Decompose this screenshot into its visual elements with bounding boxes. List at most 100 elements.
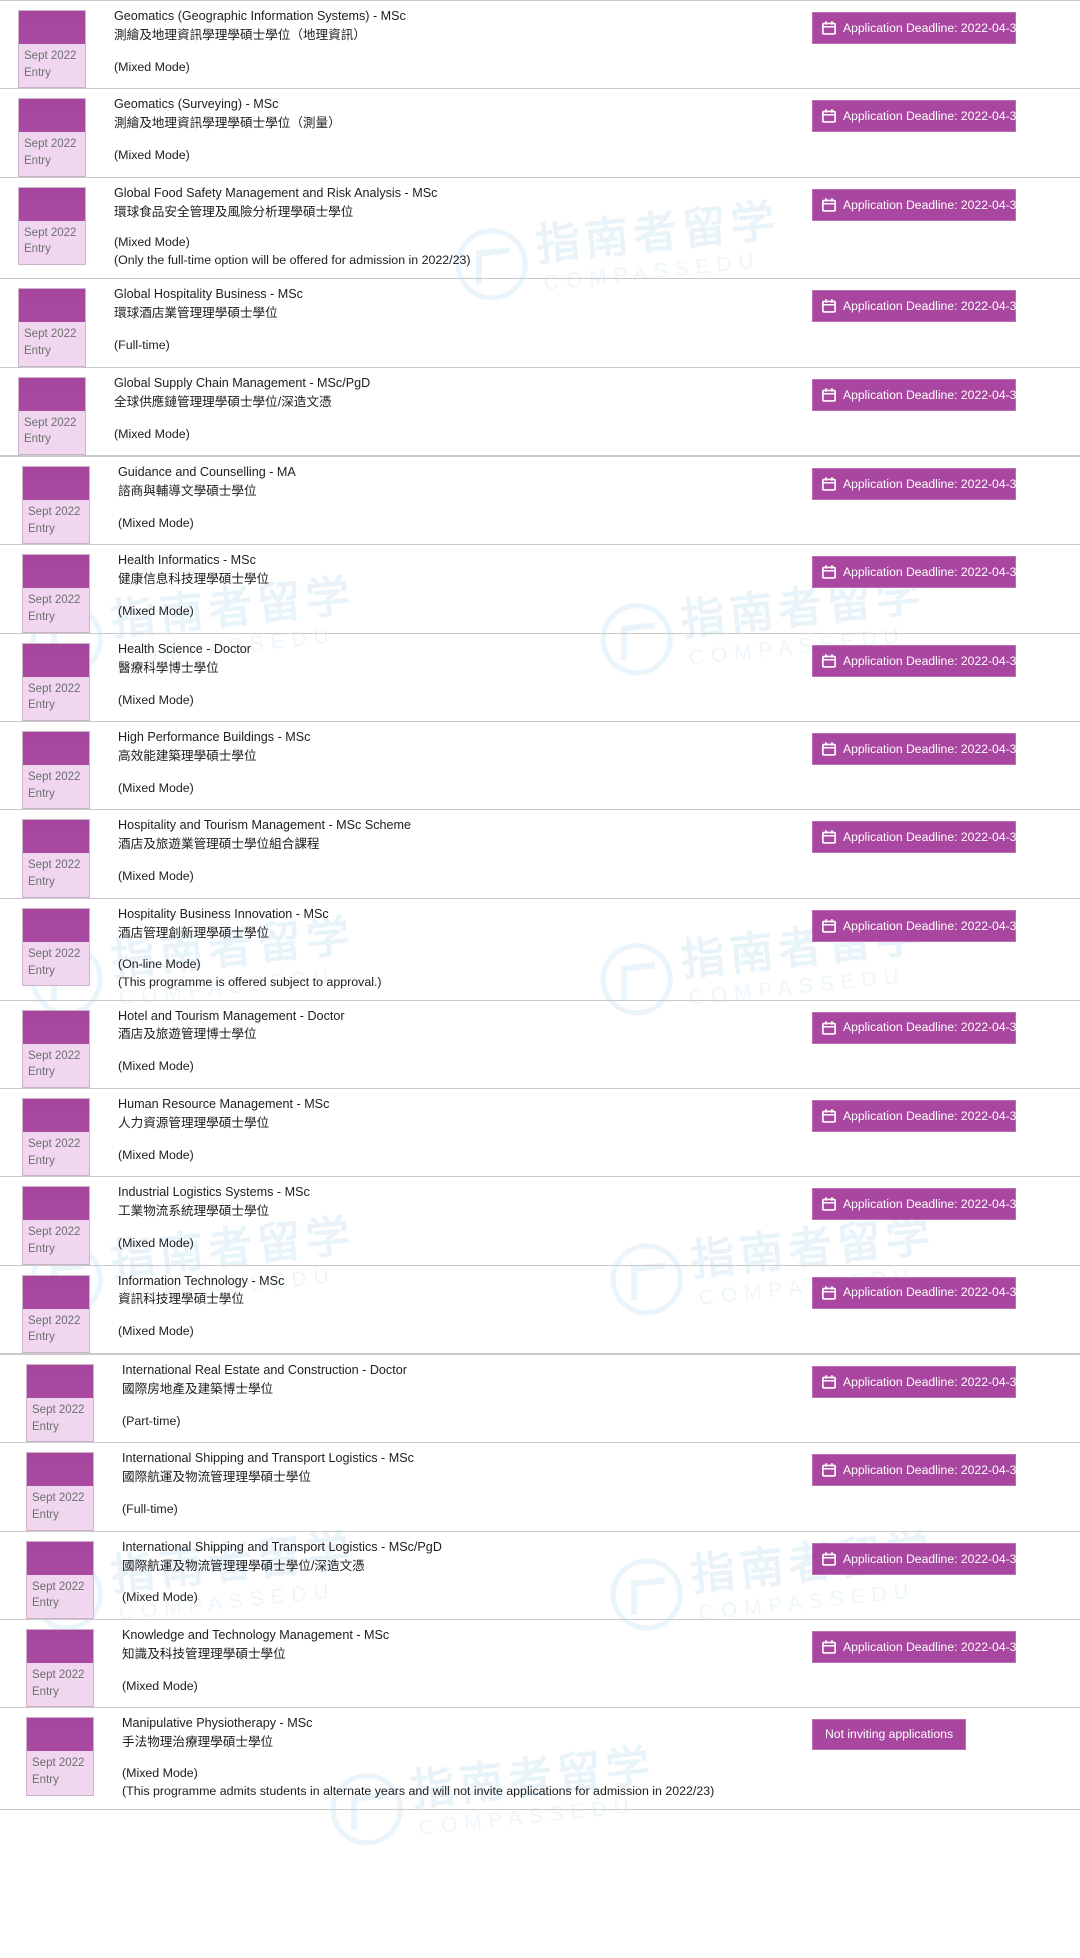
entry-tile-swatch [23,820,89,854]
programme-row[interactable]: Sept 2022 Entry Hospitality Business Inn… [0,897,1080,1000]
programme-name-en: International Shipping and Transport Log… [122,1539,442,1554]
badge-column: Application Deadline: 2022-04-30 [794,545,1080,589]
entry-tile-swatch [27,1364,93,1398]
entry-tile-swatch [23,467,89,501]
application-deadline-badge[interactable]: Application Deadline: 2022-04-30 [812,1630,1023,1663]
not-inviting-badge[interactable]: Not inviting applications [812,1719,967,1750]
calendar-icon [822,477,836,491]
programme-row[interactable]: Sept 2022 Entry Hotel and Tourism Manage… [0,999,1080,1088]
programme-name-zh: 環球酒店業管理理學碩士學位 [114,306,278,321]
programme-row[interactable]: Sept 2022 Entry International Real Estat… [0,1352,1080,1443]
badge-label: Not inviting applications [825,1727,954,1742]
application-deadline-badge[interactable]: Application Deadline: 2022-04-30 [812,1188,1023,1221]
entry-term-line1: Sept 2022 [32,1492,85,1505]
entry-term-line2: Entry [24,243,51,256]
programme-text-column: Global Supply Chain Management - MSc/PgD… [86,368,802,452]
programme-study-mode: (Full-time) [122,1502,178,1517]
programme-name-zh: 工業物流系統理學碩士學位 [118,1204,270,1219]
programme-name-zh: 醫療科學博士學位 [118,660,219,675]
application-deadline-badge[interactable]: Application Deadline: 2022-04-30 [812,644,1023,677]
programme-row[interactable]: Sept 2022 Entry Global Supply Chain Mana… [0,366,1080,456]
programme-row[interactable]: Sept 2022 Entry High Performance Buildin… [0,721,1080,810]
application-deadline-badge[interactable]: Application Deadline: 2022-04-30 [812,1365,1023,1398]
programme-name-en: International Shipping and Transport Log… [122,1451,414,1466]
entry-tile-label: Sept 2022 Entry [19,132,85,176]
calendar-icon [822,21,836,35]
entry-term-line1: Sept 2022 [28,1226,81,1239]
application-deadline-badge[interactable]: Application Deadline: 2022-04-30 [812,1542,1023,1575]
application-deadline-badge[interactable]: Application Deadline: 2022-04-30 [812,1276,1023,1309]
programme-name-zh: 手法物理治療理學碩士學位 [122,1735,274,1750]
application-deadline-badge[interactable]: Application Deadline: 2022-04-30 [812,733,1023,766]
programme-name-zh: 酒店及旅遊管理博士學位 [118,1027,257,1042]
entry-tile-label: Sept 2022 Entry [23,500,89,544]
entry-tile: Sept 2022 Entry [26,1363,94,1443]
entry-column: Sept 2022 Entry [0,1089,90,1177]
entry-term-line2: Entry [24,155,51,168]
application-deadline-badge[interactable]: Application Deadline: 2022-04-30 [812,1454,1023,1487]
programme-text-column: Guidance and Counselling - MA 諮商與輔導文學碩士學… [90,457,794,541]
programme-study-mode: (Full-time) [114,338,170,353]
programme-note: (This programme is offered subject to ap… [118,974,382,989]
programme-row[interactable]: Sept 2022 Entry International Shipping a… [0,1442,1080,1531]
programme-name-en: Information Technology - MSc [118,1273,285,1288]
entry-tile-label: Sept 2022 Entry [23,1220,89,1264]
application-deadline-badge[interactable]: Application Deadline: 2022-04-30 [812,821,1023,854]
badge-column: Application Deadline: 2022-04-30 [794,457,1080,501]
programme-row[interactable]: Sept 2022 Entry Health Informatics - MSc… [0,544,1080,633]
entry-term-line1: Sept 2022 [24,138,77,151]
programme-row[interactable]: Sept 2022 Entry Global Food Safety Manag… [0,176,1080,279]
entry-tile-swatch [27,1629,93,1663]
application-deadline-badge[interactable]: Application Deadline: 2022-04-30 [812,468,1023,501]
programme-name-en: International Real Estate and Constructi… [122,1362,407,1377]
entry-tile-swatch [27,1453,93,1487]
entry-column: Sept 2022 Entry [0,1177,90,1265]
programme-row[interactable]: Sept 2022 Entry International Shipping a… [0,1530,1080,1619]
application-deadline-badge[interactable]: Application Deadline: 2022-04-30 [812,100,1023,133]
programme-row[interactable]: Sept 2022 Entry Health Science - Doctor … [0,632,1080,722]
entry-tile-label: Sept 2022 Entry [19,322,85,366]
badge-column: Application Deadline: 2022-04-30 [802,89,1080,133]
programme-row[interactable]: Sept 2022 Entry Geomatics (Surveying) - … [0,88,1080,177]
entry-tile: Sept 2022 Entry [26,1452,94,1531]
entry-tile-label: Sept 2022 Entry [27,1397,93,1442]
programme-name-zh: 酒店管理創新理學碩士學位 [118,925,270,940]
application-deadline-badge[interactable]: Application Deadline: 2022-04-30 [812,12,1023,44]
programme-row[interactable]: Sept 2022 Entry Global Hospitality Busin… [0,278,1080,367]
programme-row[interactable]: Sept 2022 Entry Information Technology -… [0,1264,1080,1353]
programme-row[interactable]: Sept 2022 Entry Hospitality and Tourism … [0,809,1080,898]
programme-name-en: Human Resource Management - MSc [118,1096,330,1111]
application-deadline-badge[interactable]: Application Deadline: 2022-04-30 [812,378,1023,411]
entry-column: Sept 2022 Entry [0,1355,94,1443]
entry-column: Sept 2022 Entry [0,1,86,89]
application-deadline-badge[interactable]: Application Deadline: 2022-04-30 [812,290,1023,323]
entry-tile-swatch [23,908,89,942]
programme-row[interactable]: Sept 2022 Entry Industrial Logistics Sys… [0,1176,1080,1265]
entry-term-line1: Sept 2022 [24,416,77,429]
programme-study-mode: (Mixed Mode) [118,780,194,795]
entry-term-line1: Sept 2022 [28,1049,81,1062]
programme-row[interactable]: Sept 2022 Entry Human Resource Managemen… [0,1087,1080,1177]
entry-tile-swatch [19,289,85,323]
entry-tile-label: Sept 2022 Entry [23,1308,89,1352]
application-deadline-badge[interactable]: Application Deadline: 2022-04-30 [812,1011,1023,1044]
programme-name-en: Global Food Safety Management and Risk A… [114,185,438,200]
programme-row[interactable]: Sept 2022 Entry Knowledge and Technology… [0,1618,1080,1708]
calendar-icon [822,565,836,580]
programme-row[interactable]: Sept 2022 Entry Geomatics (Geographic In… [0,0,1080,89]
application-deadline-badge[interactable]: Application Deadline: 2022-04-30 [812,188,1023,221]
application-deadline-badge[interactable]: Application Deadline: 2022-04-30 [812,909,1023,942]
badge-label: Application Deadline: 2022-04-30 [843,918,1024,933]
programme-row[interactable]: Sept 2022 Entry Guidance and Counselling… [0,455,1080,545]
application-deadline-badge[interactable]: Application Deadline: 2022-04-30 [812,556,1023,589]
programme-row[interactable]: Sept 2022 Entry Manipulative Physiothera… [0,1707,1080,1809]
application-deadline-badge[interactable]: Application Deadline: 2022-04-30 [812,1099,1023,1132]
entry-tile: Sept 2022 Entry [22,1274,90,1353]
badge-label: Application Deadline: 2022-04-30 [843,1285,1024,1300]
entry-term-line1: Sept 2022 [32,1403,85,1416]
entry-tile-label: Sept 2022 Entry [19,220,85,265]
programme-study-mode: (Mixed Mode) [118,515,194,530]
programme-text-column: Manipulative Physiotherapy - MSc 手法物理治療理… [94,1708,794,1809]
entry-tile-swatch [23,1187,89,1221]
calendar-icon [822,109,836,124]
